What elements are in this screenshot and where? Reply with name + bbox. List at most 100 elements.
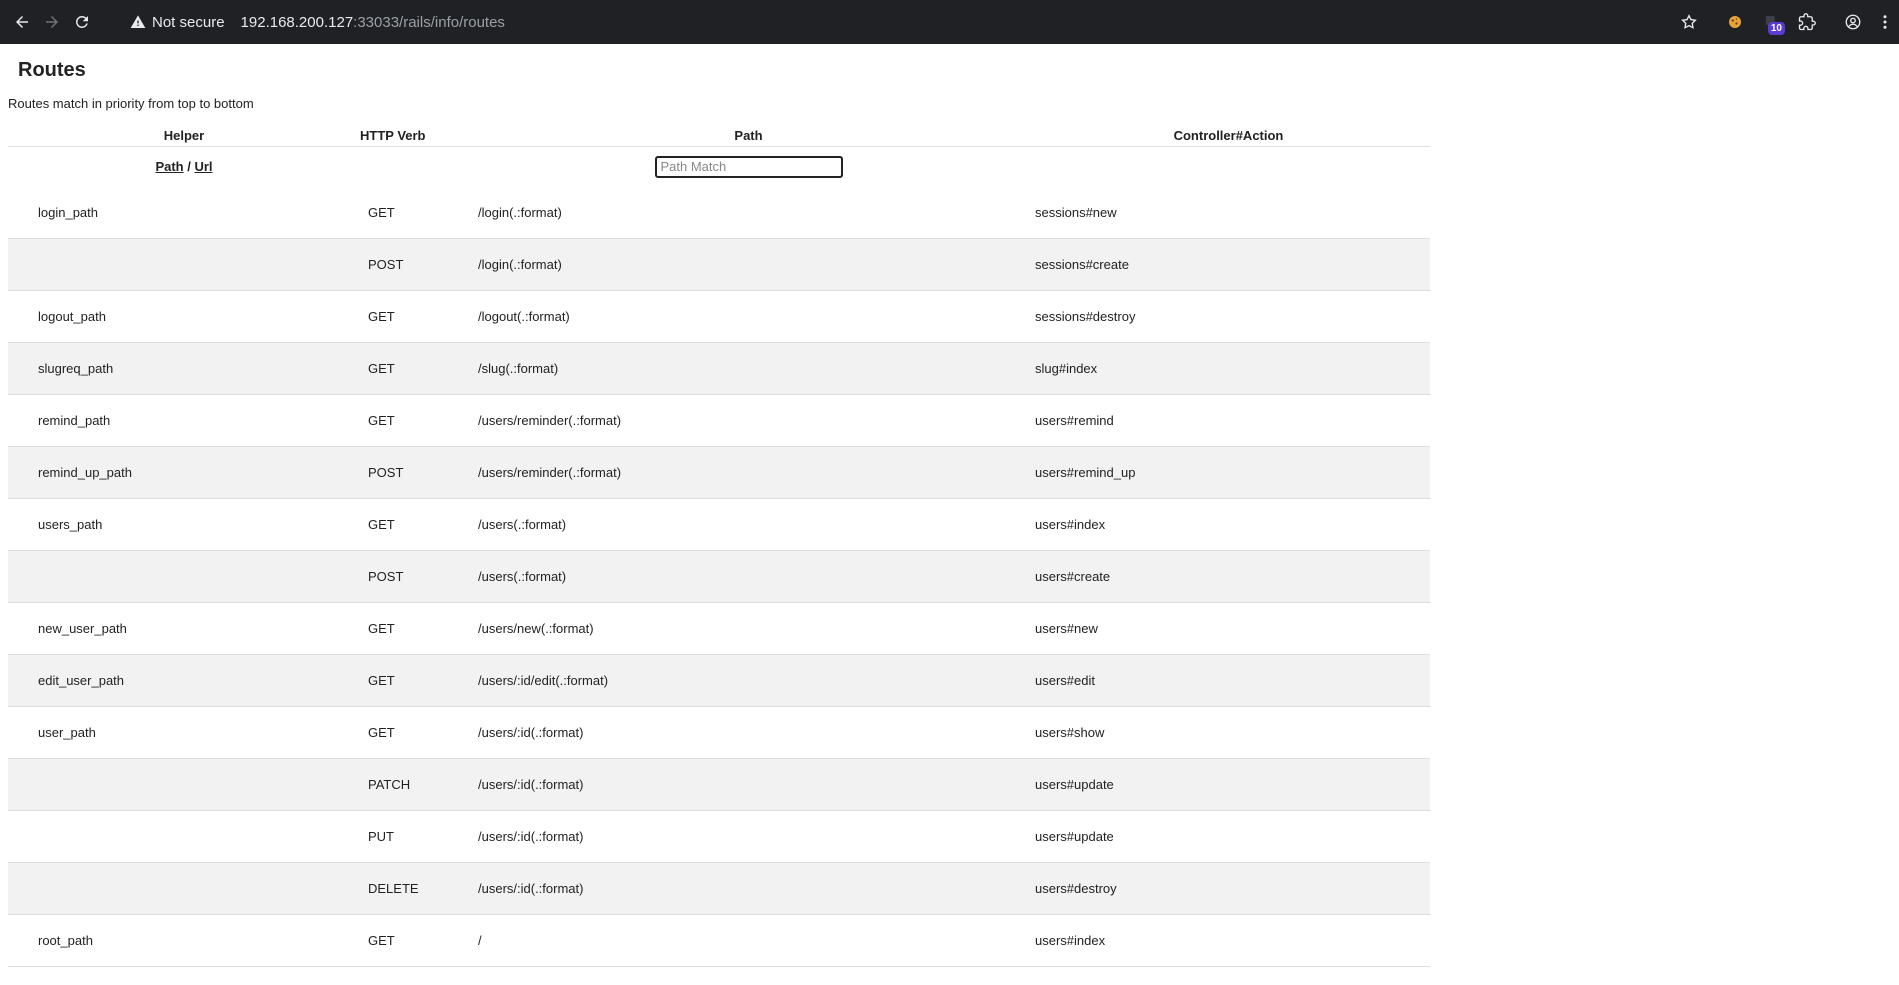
header-path: Path xyxy=(470,124,1027,147)
route-verb: GET xyxy=(360,654,470,707)
route-row: users_path GET/users(.:format) users#index xyxy=(8,498,1430,551)
route-action: users#update xyxy=(1027,758,1430,811)
route-verb: GET xyxy=(360,342,470,395)
filter-verb-cell xyxy=(360,146,470,187)
security-indicator[interactable]: Not secure xyxy=(120,8,235,36)
route-row: POST/login(.:format) sessions#create xyxy=(8,238,1430,291)
toolbar-actions: 10 xyxy=(1671,0,1899,44)
route-path: /logout(.:format) xyxy=(470,290,1027,343)
forward-icon xyxy=(46,16,58,28)
route-action: users#destroy xyxy=(1027,862,1430,915)
route-action: users#create xyxy=(1027,550,1430,603)
route-helper: user_path xyxy=(8,706,360,759)
route-action: users#show xyxy=(1027,706,1430,759)
route-verb: GET xyxy=(360,186,470,239)
route-helper xyxy=(8,550,360,603)
table-header-row: Helper HTTP Verb Path Controller#Action xyxy=(8,124,1430,147)
route-verb: GET xyxy=(360,394,470,447)
browser-menu-button[interactable] xyxy=(1871,4,1899,40)
extension-cookie-button[interactable] xyxy=(1717,4,1753,40)
menu-icon xyxy=(1883,15,1887,29)
route-verb: DELETE xyxy=(360,862,470,915)
route-helper xyxy=(8,758,360,811)
page-title: Routes xyxy=(18,59,86,81)
route-helper xyxy=(8,862,360,915)
route-path: /users/:id(.:format) xyxy=(470,758,1027,811)
route-row: PATCH/users/:id(.:format) users#update xyxy=(8,758,1430,811)
page-scrollbar[interactable] xyxy=(1884,44,1899,985)
route-action: sessions#new xyxy=(1027,186,1430,239)
route-path: /login(.:format) xyxy=(470,186,1027,239)
back-button[interactable] xyxy=(7,7,37,37)
reload-button[interactable] xyxy=(67,7,97,37)
route-verb: GET xyxy=(360,498,470,551)
route-action: sessions#create xyxy=(1027,238,1430,291)
warning-icon xyxy=(130,15,146,28)
security-label: Not secure xyxy=(152,13,225,31)
route-path: /users/:id(.:format) xyxy=(470,862,1027,915)
extension-cookie-icon xyxy=(1729,16,1741,28)
route-action: users#index xyxy=(1027,914,1430,967)
path-match-input[interactable] xyxy=(654,155,843,178)
back-icon xyxy=(16,16,28,28)
header-verb: HTTP Verb xyxy=(360,124,470,147)
routes-table: Helper HTTP Verb Path Controller#Action … xyxy=(8,124,1430,967)
browser-toolbar: Not secure 192.168.200.127:33033/rails/i… xyxy=(0,0,1899,44)
route-path: /login(.:format) xyxy=(470,238,1027,291)
route-path: /users(.:format) xyxy=(470,550,1027,603)
route-helper: edit_user_path xyxy=(8,654,360,707)
route-action: sessions#destroy xyxy=(1027,290,1430,343)
route-helper: remind_path xyxy=(8,394,360,447)
route-path: / xyxy=(470,914,1027,967)
route-path: /users/reminder(.:format) xyxy=(470,446,1027,499)
header-action: Controller#Action xyxy=(1027,124,1430,147)
route-action: users#index xyxy=(1027,498,1430,551)
route-row: remind_up_path POST/users/reminder(.:form… xyxy=(8,446,1430,499)
page-content: Routes Routes match in priority from top… xyxy=(0,44,1899,985)
route-path: /users(.:format) xyxy=(470,498,1027,551)
route-helper xyxy=(8,238,360,291)
extension-badge-button[interactable]: 10 xyxy=(1753,4,1789,40)
route-helper: new_user_path xyxy=(8,602,360,655)
extension-badge-count: 10 xyxy=(1767,22,1785,35)
route-verb: POST xyxy=(360,550,470,603)
address-bar[interactable]: Not secure 192.168.200.127:33033/rails/i… xyxy=(120,6,1699,38)
route-row: logout_path GET/logout(.:format) sessions#… xyxy=(8,290,1430,343)
route-action: slug#index xyxy=(1027,342,1430,395)
helper-toggle: Path / Url xyxy=(8,146,360,187)
route-verb: PATCH xyxy=(360,758,470,811)
filter-action-cell xyxy=(1027,146,1430,187)
route-action: users#new xyxy=(1027,602,1430,655)
route-helper: logout_path xyxy=(8,290,360,343)
route-action: users#remind_up xyxy=(1027,446,1430,499)
url-link[interactable]: Url xyxy=(194,159,212,174)
route-row: remind_path GET/users/reminder(.:format) u… xyxy=(8,394,1430,447)
reload-icon xyxy=(75,15,88,28)
profile-icon xyxy=(1845,14,1861,30)
route-row: root_path GET / users#index xyxy=(8,914,1430,967)
route-path: /users/reminder(.:format) xyxy=(470,394,1027,447)
header-helper: Helper xyxy=(8,124,360,147)
route-verb: PUT xyxy=(360,810,470,863)
route-row: POST/users(.:format) users#create xyxy=(8,550,1430,603)
route-row: login_path GET/login(.:format) sessions#ne… xyxy=(8,186,1430,239)
route-row: DELETE/users/:id(.:format) users#destroy xyxy=(8,862,1430,915)
route-verb: GET xyxy=(360,602,470,655)
route-path: /users/new(.:format) xyxy=(470,602,1027,655)
star-icon xyxy=(1681,14,1697,29)
route-row: new_user_path GET/users/new(.:format) user… xyxy=(8,602,1430,655)
route-helper xyxy=(8,810,360,863)
path-url-separator: / xyxy=(183,159,195,174)
extensions-button[interactable] xyxy=(1789,4,1825,40)
bookmark-button[interactable] xyxy=(1671,4,1707,40)
route-row: edit_user_path GET/users/:id/edit(.:forma… xyxy=(8,654,1430,707)
route-helper: login_path xyxy=(8,186,360,239)
route-path: /users/:id(.:format) xyxy=(470,706,1027,759)
path-link[interactable]: Path xyxy=(155,159,183,174)
route-action: users#remind xyxy=(1027,394,1430,447)
route-row: user_path GET/users/:id(.:format) users#sh… xyxy=(8,706,1430,759)
route-row: slugreq_path GET/slug(.:format) slug#index xyxy=(8,342,1430,395)
profile-button[interactable] xyxy=(1835,4,1871,40)
puzzle-icon xyxy=(1798,13,1816,31)
forward-button[interactable] xyxy=(37,7,67,37)
